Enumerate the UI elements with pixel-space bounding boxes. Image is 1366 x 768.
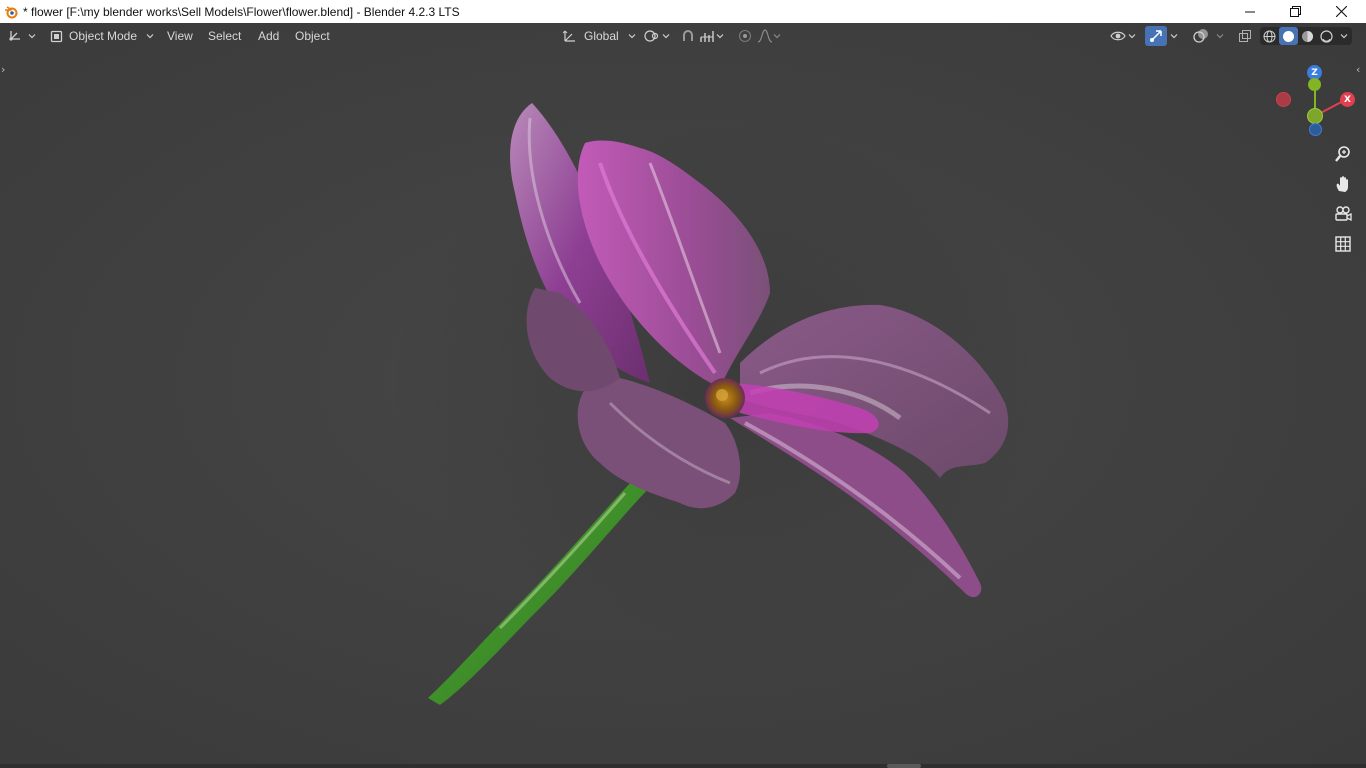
flower-mesh[interactable]: [0, 23, 1366, 768]
navigation-gizmo[interactable]: Z X: [1270, 63, 1360, 138]
minimize-button[interactable]: [1227, 0, 1273, 23]
window-titlebar: * flower [F:\my blender works\Sell Model…: [0, 0, 1366, 23]
gizmo-y-axis[interactable]: [1308, 78, 1321, 91]
gizmo-neg-x-axis[interactable]: [1276, 92, 1291, 107]
minimize-icon: [1245, 2, 1255, 21]
blender-logo-icon: [3, 4, 19, 20]
gizmo-neg-z-axis[interactable]: [1309, 123, 1322, 136]
ortho-grid-icon: [1334, 235, 1352, 253]
bottom-resize-edge[interactable]: [0, 764, 1366, 768]
pan-hand-icon: [1334, 175, 1352, 193]
ortho-toggle-button[interactable]: [1331, 232, 1355, 256]
camera-view-button[interactable]: [1331, 202, 1355, 226]
camera-view-icon: [1334, 205, 1352, 223]
restore-button[interactable]: [1272, 0, 1318, 23]
restore-icon: [1289, 2, 1301, 21]
close-icon: [1335, 2, 1347, 21]
window-title: * flower [F:\my blender works\Sell Model…: [23, 4, 460, 19]
3d-viewport[interactable]: Object Mode View Select Add Object Globa…: [0, 23, 1366, 768]
zoom-icon: [1334, 145, 1352, 163]
gizmo-x-axis[interactable]: X: [1340, 92, 1355, 107]
zoom-button[interactable]: [1331, 142, 1355, 166]
close-button[interactable]: [1318, 0, 1364, 23]
gizmo-neg-y-axis[interactable]: [1307, 108, 1323, 124]
pan-button[interactable]: [1331, 172, 1355, 196]
scrollbar-hint[interactable]: [887, 764, 921, 768]
